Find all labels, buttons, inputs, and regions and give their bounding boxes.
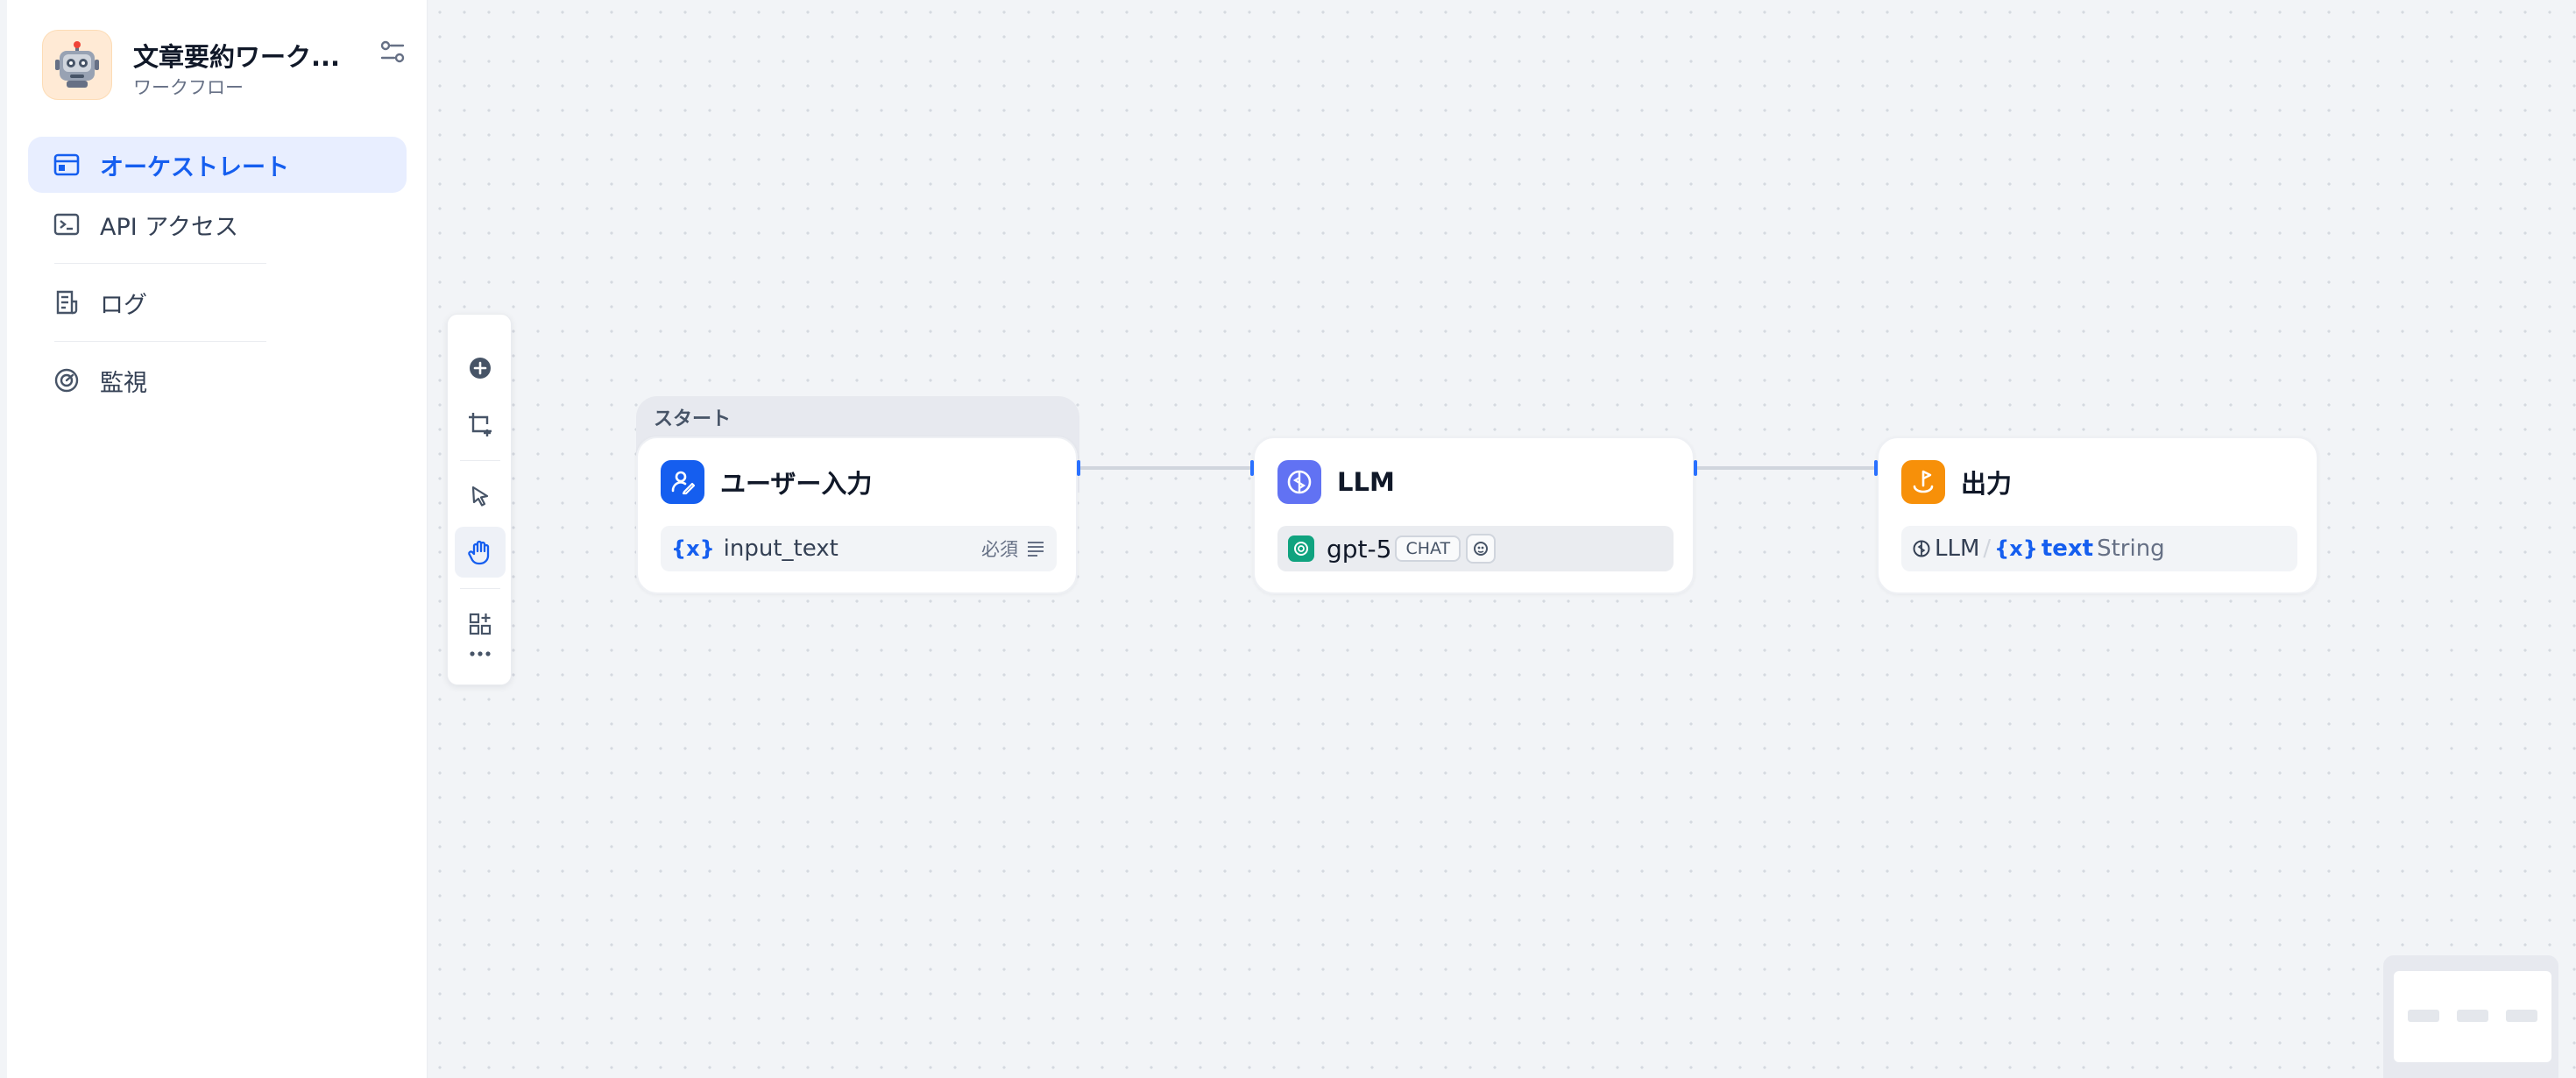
sidebar-item-monitoring[interactable]: 監視: [28, 352, 407, 408]
app-subtitle: ワークフロー: [133, 77, 244, 98]
sidebar-item-label: ログ: [100, 291, 147, 319]
llm-node[interactable]: LLM gpt-5 CHAT: [1253, 436, 1695, 594]
start-node[interactable]: ユーザー入力 {x} input_text 必須: [636, 436, 1078, 594]
canvas-toolbar: [447, 314, 512, 685]
minimap[interactable]: [2383, 955, 2558, 1078]
output-variable-type: String: [2097, 535, 2165, 562]
divider: [54, 263, 266, 264]
minimap-viewport: [2394, 971, 2551, 1062]
hand-icon: [468, 540, 490, 565]
output-variable-row[interactable]: LLM / {x} text String: [1901, 526, 2297, 571]
add-note-icon: [469, 413, 492, 436]
mode-tag: CHAT: [1395, 535, 1461, 562]
app-settings-icon[interactable]: [377, 37, 408, 68]
openai-icon: [1288, 535, 1314, 562]
workflow-icon: [53, 151, 81, 179]
model-settings-icon[interactable]: [1466, 534, 1497, 564]
output-source-node: LLM: [1935, 535, 1980, 562]
start-output-handle[interactable]: [1077, 460, 1080, 476]
pointer-icon: [471, 486, 489, 507]
sidebar-item-label: オーケストレート: [100, 153, 289, 181]
sidebar: 文章要約ワーク... ワークフロー オーケストレート API アクセス ログ 監…: [7, 0, 428, 1078]
pointer-mode-button[interactable]: [455, 471, 506, 521]
robot-icon: [55, 41, 99, 88]
output-flag-icon: [1901, 460, 1945, 504]
llm-brain-icon: [1277, 460, 1321, 504]
edge-llm-to-output[interactable]: [1696, 466, 1875, 470]
minimap-node: [2408, 1010, 2439, 1022]
more-icon: [470, 651, 491, 656]
text-lines-icon: [1028, 542, 1044, 557]
edge-start-to-llm[interactable]: [1079, 466, 1251, 470]
output-node-title: 出力: [1961, 469, 2013, 499]
output-input-handle[interactable]: [1874, 460, 1878, 476]
add-node-button[interactable]: [455, 343, 506, 394]
minimap-node: [2506, 1010, 2537, 1022]
model-selector[interactable]: gpt-5 CHAT: [1277, 526, 1674, 571]
model-name: gpt-5: [1327, 534, 1392, 564]
app-title: 文章要約ワーク...: [133, 42, 341, 72]
more-button[interactable]: [455, 628, 506, 679]
llm-input-handle[interactable]: [1250, 460, 1254, 476]
input-variable-row[interactable]: {x} input_text 必須: [661, 526, 1057, 571]
add-note-button[interactable]: [455, 399, 506, 450]
app-header: 文章要約ワーク... ワークフロー: [42, 30, 410, 102]
llm-node-title: LLM: [1337, 467, 1395, 497]
gauge-icon: [53, 366, 81, 394]
llm-output-handle[interactable]: [1694, 460, 1697, 476]
variable-icon: {x}: [1994, 536, 2038, 561]
output-variable-name: text: [2041, 535, 2094, 562]
log-file-icon: [53, 288, 81, 316]
sidebar-nav: オーケストレート API アクセス ログ 監視: [28, 137, 407, 408]
sidebar-item-label: API アクセス: [100, 213, 238, 241]
add-node-icon: [470, 358, 491, 379]
user-input-icon: [661, 460, 704, 504]
app-icon: [42, 30, 112, 100]
sidebar-item-api-access[interactable]: API アクセス: [28, 196, 407, 252]
sidebar-item-label: 監視: [100, 369, 147, 397]
terminal-icon: [53, 210, 81, 238]
hand-mode-button[interactable]: [455, 527, 506, 578]
minimap-node: [2457, 1010, 2488, 1022]
variable-icon: {x}: [671, 536, 715, 561]
input-variable-name: input_text: [723, 535, 839, 562]
required-label: 必須: [981, 539, 1018, 560]
divider: [54, 341, 266, 342]
llm-small-icon: [1913, 540, 1930, 557]
start-node-label: スタート: [654, 408, 732, 430]
start-node-title: ユーザー入力: [720, 469, 873, 499]
sidebar-item-orchestrate[interactable]: オーケストレート: [28, 137, 407, 193]
sidebar-item-logs[interactable]: ログ: [28, 274, 407, 330]
path-separator: /: [1983, 535, 1992, 562]
output-node[interactable]: 出力 LLM / {x} text String: [1877, 436, 2318, 594]
